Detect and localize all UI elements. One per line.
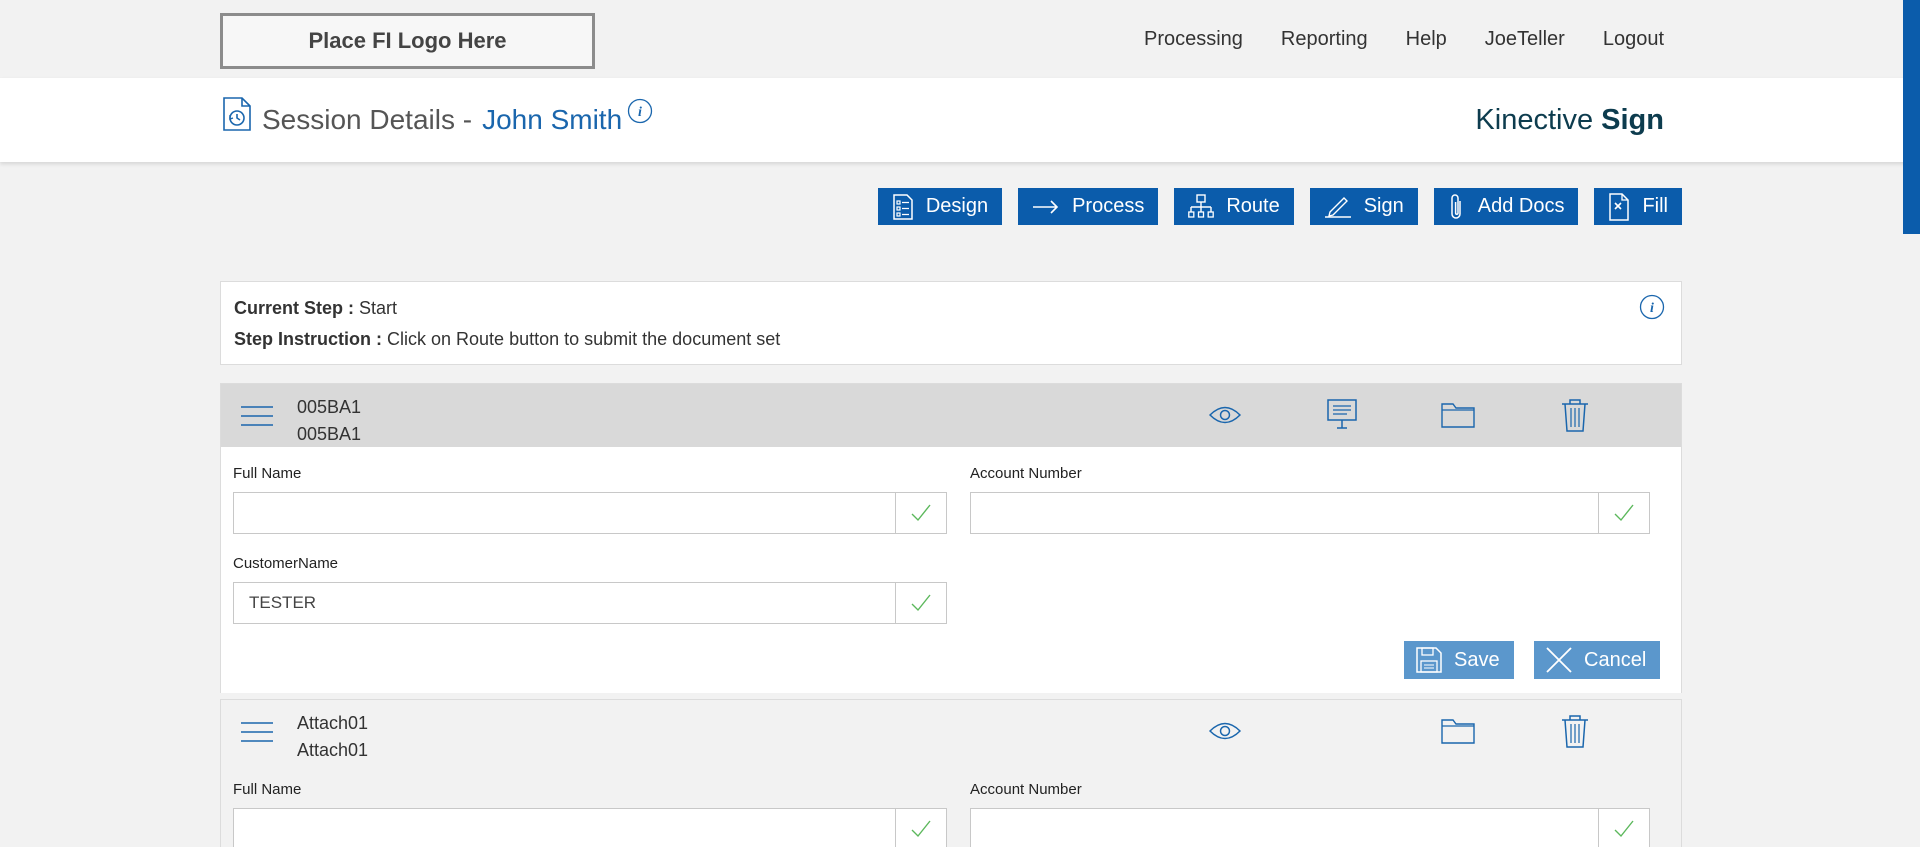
page-scrollbar[interactable] bbox=[1903, 0, 1920, 847]
account-number-value[interactable] bbox=[971, 493, 1598, 533]
floppy-disk-icon bbox=[1416, 647, 1442, 673]
full-name-field[interactable] bbox=[233, 808, 947, 847]
info-icon[interactable]: i bbox=[627, 98, 653, 124]
customer-name-field[interactable]: TESTER bbox=[233, 582, 947, 624]
trash-icon[interactable] bbox=[1561, 714, 1589, 748]
fill-button[interactable]: Fill bbox=[1594, 188, 1682, 225]
brand-bold: Sign bbox=[1601, 104, 1664, 136]
svg-text:i: i bbox=[1650, 301, 1654, 316]
check-icon bbox=[895, 809, 946, 847]
check-icon bbox=[895, 583, 946, 623]
step-instruction-label: Step Instruction : bbox=[234, 329, 382, 349]
field-label: Account Number bbox=[970, 781, 1082, 798]
folder-icon[interactable] bbox=[1441, 716, 1475, 744]
document-header: 005BA1 005BA1 bbox=[221, 384, 1681, 447]
save-label: Save bbox=[1454, 648, 1500, 671]
step-instruction: Step Instruction : Click on Route button… bbox=[234, 329, 780, 350]
fill-document-icon bbox=[1609, 192, 1630, 221]
pen-signature-icon bbox=[1324, 196, 1351, 218]
account-number-field[interactable] bbox=[970, 808, 1650, 847]
nav-user[interactable]: JoeTeller bbox=[1485, 28, 1565, 51]
info-icon[interactable]: i bbox=[1639, 294, 1665, 320]
full-name-field[interactable] bbox=[233, 492, 947, 534]
account-number-field[interactable] bbox=[970, 492, 1650, 534]
document-name: 005BA1 bbox=[297, 397, 362, 417]
menu-icon[interactable] bbox=[241, 720, 273, 744]
arrow-right-icon bbox=[1033, 199, 1059, 214]
add-docs-label: Add Docs bbox=[1477, 195, 1565, 217]
brand-light: Kinective bbox=[1475, 104, 1594, 136]
logo-text: Place FI Logo Here bbox=[308, 28, 507, 53]
paperclip-icon bbox=[1450, 193, 1461, 219]
field-label: Full Name bbox=[233, 465, 302, 482]
customer-name-value[interactable]: TESTER bbox=[234, 583, 895, 623]
title-prefix: Session Details - bbox=[262, 104, 473, 135]
process-button[interactable]: Process bbox=[1018, 188, 1159, 225]
current-step: Current Step : Start bbox=[234, 298, 397, 319]
step-instruction-value: Click on Route button to submit the docu… bbox=[387, 329, 781, 349]
action-toolbar: Design Process Route Sign Add Docs Fill bbox=[877, 188, 1682, 225]
fill-label: Fill bbox=[1642, 195, 1668, 217]
fi-logo-placeholder: Place FI Logo Here bbox=[220, 13, 595, 69]
presentation-icon[interactable] bbox=[1326, 398, 1358, 430]
nav-help[interactable]: Help bbox=[1406, 28, 1447, 51]
process-label: Process bbox=[1072, 195, 1145, 217]
eye-icon[interactable] bbox=[1209, 404, 1241, 426]
route-button[interactable]: Route bbox=[1174, 188, 1294, 225]
save-button[interactable]: Save bbox=[1404, 641, 1514, 679]
design-label: Design bbox=[925, 195, 989, 217]
account-number-value[interactable] bbox=[971, 809, 1598, 847]
check-icon bbox=[1598, 493, 1649, 533]
add-docs-button[interactable]: Add Docs bbox=[1433, 188, 1579, 225]
session-history-icon bbox=[223, 97, 251, 131]
top-bar: Place FI Logo Here Processing Reporting … bbox=[0, 0, 1920, 78]
scrollbar-thumb[interactable] bbox=[1903, 0, 1920, 234]
folder-icon[interactable] bbox=[1441, 400, 1475, 428]
design-button[interactable]: Design bbox=[877, 188, 1003, 225]
document-form: Full Name Account Number bbox=[221, 763, 1681, 847]
sign-button[interactable]: Sign bbox=[1309, 188, 1418, 225]
nav-logout[interactable]: Logout bbox=[1603, 28, 1664, 51]
document-header: Attach01 Attach01 bbox=[221, 700, 1681, 763]
nav-reporting[interactable]: Reporting bbox=[1281, 28, 1368, 51]
document-title: 005BA1 005BA1 bbox=[297, 394, 361, 448]
hierarchy-icon bbox=[1188, 193, 1215, 218]
brand-logo: Kinective Sign bbox=[1475, 104, 1664, 137]
document-card: 005BA1 005BA1 Full Name Account Number C… bbox=[220, 383, 1682, 693]
check-icon bbox=[1598, 809, 1649, 847]
current-step-value: Start bbox=[359, 298, 398, 318]
cancel-button[interactable]: Cancel bbox=[1534, 641, 1661, 679]
current-step-label: Current Step : bbox=[234, 298, 355, 318]
customer-name: John Smith bbox=[482, 104, 623, 135]
eye-icon[interactable] bbox=[1209, 720, 1241, 742]
route-label: Route bbox=[1226, 195, 1280, 217]
sign-label: Sign bbox=[1363, 195, 1404, 217]
document-title: Attach01 Attach01 bbox=[297, 710, 368, 764]
document-subname: 005BA1 bbox=[297, 424, 362, 444]
page-title: Session Details - John Smith bbox=[262, 104, 622, 136]
checklist-icon bbox=[893, 193, 913, 220]
trash-icon[interactable] bbox=[1561, 398, 1589, 432]
check-icon bbox=[895, 493, 946, 533]
menu-icon[interactable] bbox=[241, 404, 273, 428]
field-label: CustomerName bbox=[233, 555, 339, 572]
document-form: Full Name Account Number CustomerName TE… bbox=[221, 447, 1681, 693]
document-name: Attach01 bbox=[297, 713, 369, 733]
svg-text:i: i bbox=[638, 105, 642, 120]
step-panel: Current Step : Start Step Instruction : … bbox=[220, 281, 1682, 365]
field-label: Full Name bbox=[233, 781, 302, 798]
full-name-value[interactable] bbox=[234, 809, 895, 847]
nav-processing[interactable]: Processing bbox=[1144, 28, 1243, 51]
top-nav: Processing Reporting Help JoeTeller Logo… bbox=[1144, 28, 1664, 51]
field-label: Account Number bbox=[970, 465, 1082, 482]
full-name-value[interactable] bbox=[234, 493, 895, 533]
document-card: Attach01 Attach01 Full Name Account Numb… bbox=[220, 699, 1682, 847]
cancel-label: Cancel bbox=[1584, 648, 1647, 671]
document-subname: Attach01 bbox=[297, 740, 369, 760]
close-icon bbox=[1546, 647, 1572, 673]
